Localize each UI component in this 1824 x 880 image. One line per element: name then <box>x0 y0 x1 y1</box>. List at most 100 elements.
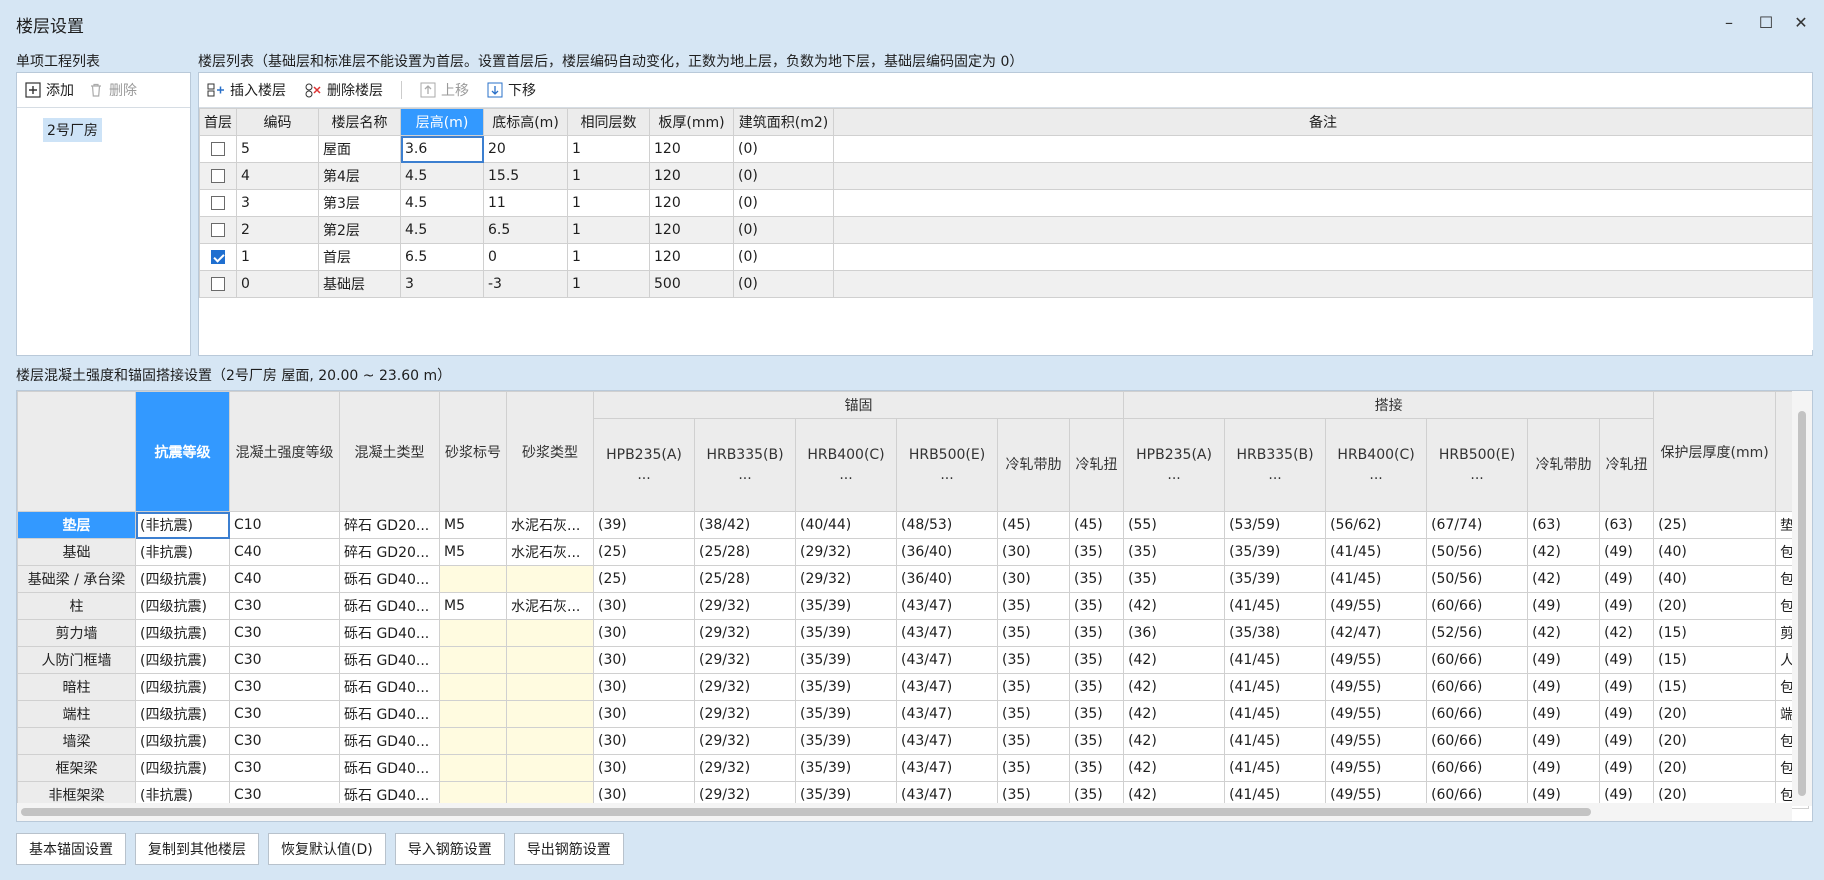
concrete-grade-cell[interactable]: C30 <box>229 673 340 701</box>
floor-cell-area[interactable]: (0) <box>733 162 834 190</box>
anchor-value-cell[interactable]: (35) <box>997 700 1070 728</box>
cover-thickness-cell[interactable]: (20) <box>1653 592 1777 620</box>
concrete-type-cell[interactable]: 碎石 GD20... <box>339 538 440 566</box>
insert-floor-button[interactable]: 插入楼层 <box>207 80 286 100</box>
anchor-value-cell[interactable]: (30) <box>593 727 695 755</box>
delete-project-button[interactable]: 删除 <box>88 80 137 100</box>
floor-cell-note[interactable] <box>833 162 1813 190</box>
concrete-row[interactable]: 垫层 (非抗震) C10 碎石 GD20... M5 水泥石灰... (39) (38/42)… <box>17 511 1810 539</box>
seismic-cell[interactable]: (非抗震) <box>135 511 230 539</box>
floor-cell-same[interactable]: 1 <box>567 243 650 271</box>
mortar-grade-cell[interactable]: M5 <box>439 538 507 566</box>
lap-value-cell[interactable]: (49) <box>1599 700 1655 728</box>
lap-value-cell[interactable]: (53/59) <box>1224 511 1327 539</box>
anchor-value-cell[interactable]: (35/39) <box>795 727 897 755</box>
anchor-bar-header[interactable]: 冷轧扭 <box>1068 418 1125 512</box>
seismic-cell[interactable]: (四级抗震) <box>135 727 230 755</box>
floor-cell-code[interactable]: 5 <box>236 135 319 163</box>
lap-value-cell[interactable]: (49) <box>1599 754 1655 782</box>
concrete-row[interactable]: 框架梁 (四级抗震) C30 砾石 GD40... (30) (29/32) (35/39)… <box>17 754 1810 782</box>
first-floor-checkbox[interactable] <box>211 169 225 183</box>
floor-cell-note[interactable] <box>833 189 1813 217</box>
anchor-value-cell[interactable]: (35/39) <box>795 700 897 728</box>
lap-value-cell[interactable]: (35) <box>1123 565 1226 593</box>
col-header-base-elevation[interactable]: 底标高(m) <box>483 108 568 136</box>
lap-value-cell[interactable]: (49) <box>1527 727 1601 755</box>
row-header-component[interactable]: 暗柱 <box>17 673 136 701</box>
concrete-row[interactable]: 暗柱 (四级抗震) C30 砾石 GD40... (30) (29/32) (35/39)(… <box>17 673 1810 701</box>
anchor-value-cell[interactable]: (35) <box>997 754 1070 782</box>
col-header-floor-height[interactable]: 层高(m) <box>400 108 484 136</box>
export-rebar-settings-button[interactable]: 导出钢筋设置 <box>513 833 624 865</box>
floor-cell-name[interactable]: 基础层 <box>318 270 401 298</box>
cover-thickness-cell[interactable]: (15) <box>1653 646 1777 674</box>
lap-value-cell[interactable]: (35) <box>1123 538 1226 566</box>
lap-value-cell[interactable]: (35/38) <box>1224 619 1327 647</box>
concrete-type-cell[interactable]: 砾石 GD40... <box>339 619 440 647</box>
floor-cell-name[interactable]: 首层 <box>318 243 401 271</box>
import-rebar-settings-button[interactable]: 导入钢筋设置 <box>394 833 505 865</box>
seismic-cell[interactable]: (四级抗震) <box>135 646 230 674</box>
anchor-value-cell[interactable]: (35) <box>1068 700 1125 728</box>
col-header-building-area[interactable]: 建筑面积(m2) <box>733 108 834 136</box>
seismic-cell[interactable]: (四级抗震) <box>135 700 230 728</box>
close-icon[interactable]: ✕ <box>1790 12 1812 34</box>
lap-value-cell[interactable]: (42/47) <box>1325 619 1428 647</box>
mortar-grade-cell[interactable] <box>439 673 507 701</box>
floor-cell-code[interactable]: 4 <box>236 162 319 190</box>
mortar-grade-cell[interactable]: M5 <box>439 592 507 620</box>
lap-bar-header[interactable]: 冷轧带肋 <box>1527 418 1601 512</box>
anchor-value-cell[interactable]: (35/39) <box>795 592 897 620</box>
lap-value-cell[interactable]: (42) <box>1123 673 1226 701</box>
row-header-component[interactable]: 框架梁 <box>17 754 136 782</box>
floor-cell-note[interactable] <box>833 135 1813 163</box>
anchor-value-cell[interactable]: (30) <box>997 538 1070 566</box>
vertical-scroll-thumb[interactable] <box>1798 411 1806 796</box>
anchor-value-cell[interactable]: (35) <box>997 592 1070 620</box>
anchor-bar-header[interactable]: HPB235(A)... <box>593 418 695 512</box>
first-floor-checkbox-cell[interactable] <box>199 270 237 298</box>
floor-row[interactable]: 0 基础层 3 -3 1 500 (0) <box>199 270 1813 298</box>
floor-cell-note[interactable] <box>833 216 1813 244</box>
cover-thickness-cell[interactable]: (25) <box>1653 511 1777 539</box>
floor-cell-thick[interactable]: 120 <box>649 243 734 271</box>
row-header-component[interactable]: 基础梁 / 承台梁 <box>17 565 136 593</box>
anchor-value-cell[interactable]: (43/47) <box>896 646 998 674</box>
first-floor-checkbox-cell[interactable] <box>199 135 237 163</box>
seismic-cell[interactable]: (四级抗震) <box>135 619 230 647</box>
anchor-value-cell[interactable]: (29/32) <box>694 754 796 782</box>
row-header-component[interactable]: 人防门框墙 <box>17 646 136 674</box>
mortar-type-cell[interactable]: 水泥石灰... <box>506 538 594 566</box>
first-floor-checkbox[interactable] <box>211 196 225 210</box>
lap-value-cell[interactable]: (42) <box>1599 619 1655 647</box>
seismic-cell[interactable]: (四级抗震) <box>135 592 230 620</box>
floor-cell-same[interactable]: 1 <box>567 216 650 244</box>
concrete-grade-cell[interactable]: C30 <box>229 592 340 620</box>
lap-value-cell[interactable]: (35/39) <box>1224 565 1327 593</box>
anchor-value-cell[interactable]: (30) <box>593 592 695 620</box>
lap-value-cell[interactable]: (35/39) <box>1224 538 1327 566</box>
mortar-type-header[interactable]: 砂浆类型 <box>506 391 594 512</box>
floor-cell-area[interactable]: (0) <box>733 189 834 217</box>
anchor-value-cell[interactable]: (36/40) <box>896 538 998 566</box>
anchor-value-cell[interactable]: (36/40) <box>896 565 998 593</box>
anchor-value-cell[interactable]: (35/39) <box>795 619 897 647</box>
lap-value-cell[interactable]: (41/45) <box>1325 538 1428 566</box>
lap-value-cell[interactable]: (49) <box>1527 673 1601 701</box>
anchor-value-cell[interactable]: (25) <box>593 538 695 566</box>
floor-cell-height[interactable]: 4.5 <box>400 189 484 217</box>
lap-value-cell[interactable]: (42) <box>1123 754 1226 782</box>
floor-cell-thick[interactable]: 120 <box>649 189 734 217</box>
concrete-grade-cell[interactable]: C10 <box>229 511 340 539</box>
col-header-same-count[interactable]: 相同层数 <box>567 108 650 136</box>
floor-cell-thick[interactable]: 120 <box>649 216 734 244</box>
lap-value-cell[interactable]: (67/74) <box>1426 511 1529 539</box>
floor-cell-same[interactable]: 1 <box>567 162 650 190</box>
anchor-value-cell[interactable]: (35) <box>1068 565 1125 593</box>
first-floor-checkbox-cell[interactable] <box>199 243 237 271</box>
anchor-value-cell[interactable]: (43/47) <box>896 619 998 647</box>
floor-cell-area[interactable]: (0) <box>733 216 834 244</box>
lap-value-cell[interactable]: (41/45) <box>1224 754 1327 782</box>
anchor-value-cell[interactable]: (43/47) <box>896 754 998 782</box>
lap-value-cell[interactable]: (41/45) <box>1325 565 1428 593</box>
